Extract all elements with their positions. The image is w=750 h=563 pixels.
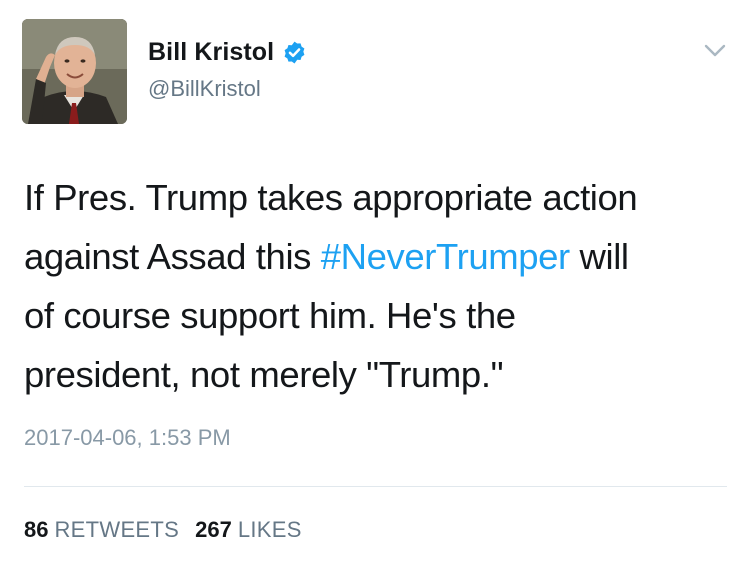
- tweet-text-line: of course support him. He's the: [24, 286, 724, 345]
- retweets-label: RETWEETS: [54, 517, 180, 542]
- tweet-text-segment: will: [569, 236, 629, 277]
- tweet-stats: 86 RETWEETS 267 LIKES: [24, 517, 318, 543]
- verified-badge-icon: [282, 40, 307, 65]
- author-avatar[interactable]: [22, 19, 127, 124]
- tweet-text-line: president, not merely "Trump.": [24, 345, 724, 404]
- divider: [24, 486, 727, 487]
- tweet-text: If Pres. Trump takes appropriate action …: [24, 168, 724, 404]
- author-handle[interactable]: @BillKristol: [148, 76, 261, 102]
- tweet-timestamp[interactable]: 2017-04-06, 1:53 PM: [24, 425, 231, 451]
- likes-stat[interactable]: 267 LIKES: [195, 517, 302, 543]
- author-name-row[interactable]: Bill Kristol: [148, 36, 307, 68]
- tweet-text-segment: president, not merely "Trump.": [24, 354, 504, 395]
- retweets-count: 86: [24, 517, 49, 542]
- tweet-text-line: If Pres. Trump takes appropriate action: [24, 168, 724, 227]
- chevron-down-icon[interactable]: [703, 42, 727, 60]
- tweet-text-segment: of course support him. He's the: [24, 295, 516, 336]
- tweet-card: Bill Kristol @BillKristol If Pres. Trump…: [0, 0, 750, 563]
- likes-count: 267: [195, 517, 232, 542]
- tweet-text-segment: against Assad this: [24, 236, 321, 277]
- tweet-text-line: against Assad this #NeverTrumper will: [24, 227, 724, 286]
- author-display-name[interactable]: Bill Kristol: [148, 38, 274, 67]
- likes-label: LIKES: [237, 517, 302, 542]
- tweet-text-segment: If Pres. Trump takes appropriate action: [24, 177, 638, 218]
- retweets-stat[interactable]: 86 RETWEETS: [24, 517, 179, 543]
- hashtag-link[interactable]: #NeverTrumper: [321, 236, 570, 277]
- profile-photo-icon: [22, 19, 127, 124]
